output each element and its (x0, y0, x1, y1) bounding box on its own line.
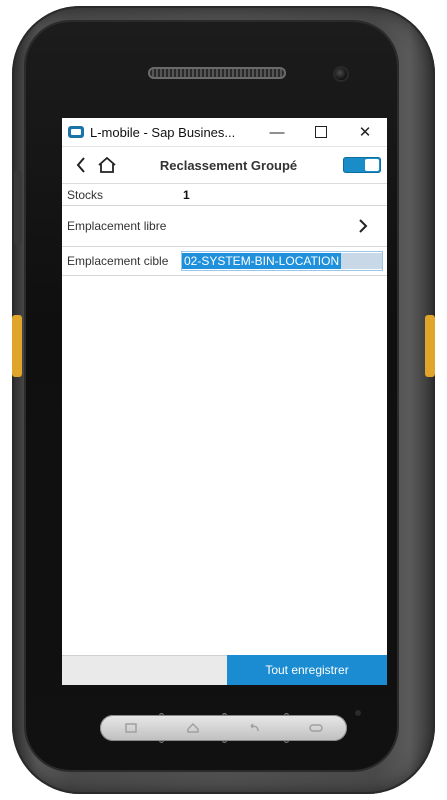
close-icon: ✕ (358, 124, 372, 141)
chevron-right-icon (353, 216, 373, 236)
close-button[interactable]: ✕ (343, 118, 387, 146)
hardware-navbar (100, 715, 347, 741)
stocks-value: 1 (183, 187, 190, 202)
camera-icon (335, 68, 347, 80)
emplacement-cible-row: Emplacement cible 02-SYSTEM-BIN-LOCATION (62, 247, 387, 276)
app-toolbar: Reclassement Groupé (62, 147, 387, 184)
app-screen: L-mobile - Sap Busines... — ✕ Reclasseme… (62, 118, 387, 685)
minimize-button[interactable]: — (255, 118, 299, 146)
minimize-icon: — (269, 123, 285, 141)
footer-bar: Tout enregistrer (62, 655, 387, 685)
window-title: L-mobile - Sap Busines... (90, 124, 236, 140)
scan-button-right (425, 315, 435, 377)
back-key-icon[interactable] (247, 723, 261, 733)
speaker-grille (148, 67, 286, 79)
emplacement-cible-label: Emplacement cible (67, 254, 169, 268)
window-titlebar: L-mobile - Sap Busines... — ✕ (62, 118, 387, 147)
app-icon (68, 126, 84, 138)
stocks-row: Stocks 1 (62, 184, 387, 206)
save-all-button[interactable]: Tout enregistrer (227, 655, 387, 685)
home-key-icon[interactable] (186, 723, 200, 733)
input-selection-fill (341, 253, 382, 269)
toggle-knob (365, 159, 379, 171)
home-icon (98, 157, 116, 173)
search-key-icon[interactable] (309, 723, 323, 733)
emplacement-libre-label: Emplacement libre (67, 219, 167, 233)
emplacement-libre-row[interactable]: Emplacement libre (62, 206, 387, 247)
emplacement-cible-input[interactable]: 02-SYSTEM-BIN-LOCATION (181, 251, 383, 271)
emplacement-cible-value: 02-SYSTEM-BIN-LOCATION (182, 253, 342, 269)
home-button[interactable] (94, 147, 120, 183)
page-title: Reclassement Groupé (159, 157, 298, 173)
chevron-left-icon (76, 157, 85, 173)
maximize-icon (315, 126, 327, 138)
footer-empty-slot (62, 655, 227, 685)
back-button[interactable] (68, 147, 94, 183)
status-led (355, 710, 361, 716)
maximize-button[interactable] (299, 118, 343, 146)
stocks-label: Stocks (67, 187, 104, 202)
mode-toggle[interactable] (343, 157, 381, 173)
side-button-left (14, 170, 22, 245)
scan-button-left (12, 315, 22, 377)
menu-key-icon[interactable] (124, 723, 138, 733)
